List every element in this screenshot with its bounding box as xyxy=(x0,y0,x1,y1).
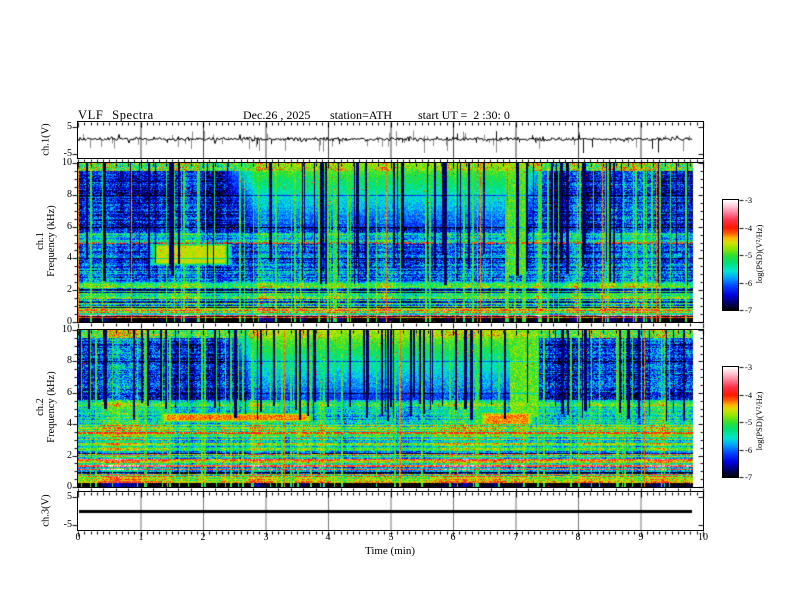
colorbar-1-label: log(PSD)(V²/Hz) xyxy=(754,224,764,284)
colorbar-2-tick-label: -3 xyxy=(745,362,753,372)
time-axis-tick-label: 7 xyxy=(513,532,519,543)
colorbar-2 xyxy=(722,366,739,478)
ch1-spectrogram-panel xyxy=(77,162,704,323)
colorbar-1-canvas xyxy=(723,200,738,310)
ch1-waveform-canvas xyxy=(78,122,703,158)
colorbar-2-tick-label: -6 xyxy=(745,445,753,455)
waveform_top-ytick-label: 5 xyxy=(67,121,72,132)
spec1-ytick-label: 10 xyxy=(62,157,72,168)
time-axis-label: Time (min) xyxy=(364,545,415,557)
time-axis-tick-label: 9 xyxy=(638,532,644,543)
spec1-ytick-label: 6 xyxy=(67,221,72,232)
colorbar-2-tick-label: -7 xyxy=(745,472,753,482)
colorbar-1-tick-label: -7 xyxy=(745,305,753,315)
ch3-waveform-panel xyxy=(77,491,704,531)
time-axis-tick-label: 8 xyxy=(575,532,581,543)
colorbar-1-tick-label: -6 xyxy=(745,278,753,288)
colorbar-1 xyxy=(722,199,739,311)
colorbar-2-tick-label: -5 xyxy=(745,417,753,427)
spec2-ytick-label: 2 xyxy=(67,450,72,461)
ch2-spectrogram-canvas xyxy=(78,330,703,487)
colorbar-1-tick-label: -3 xyxy=(745,195,753,205)
colorbar-1-tick-label: -4 xyxy=(745,223,753,233)
time-axis-tick-label: 4 xyxy=(325,532,331,543)
spec1-ytick-label: 8 xyxy=(67,189,72,200)
colorbar-2-canvas xyxy=(723,367,738,477)
time-axis-tick-label: 10 xyxy=(698,532,708,543)
time-axis-tick-label: 6 xyxy=(450,532,456,543)
colorbar-1-tick-label: -5 xyxy=(745,250,753,260)
colorbar-2-label: log(PSD)(V²/Hz) xyxy=(754,391,764,451)
colorbar-2-tick-label: -4 xyxy=(745,390,753,400)
time-axis-tick-label: 2 xyxy=(200,532,206,543)
vlf-spectra-figure: VLF Spectra Dec.26 , 2025 station=ATH st… xyxy=(0,0,792,612)
waveform_bottom-ytick-label: -5 xyxy=(63,519,72,530)
spec2-ytick-label: 10 xyxy=(62,324,72,335)
spec1-ytick-label: 4 xyxy=(67,252,72,263)
spec2-ytick-label: 4 xyxy=(67,418,72,429)
spec1-ytick-label: 2 xyxy=(67,284,72,295)
ch1-waveform-panel xyxy=(77,121,704,159)
ch2-spectrogram-panel xyxy=(77,329,704,488)
time-axis-tick-label: 0 xyxy=(75,532,81,543)
ch3-waveform-canvas xyxy=(78,492,703,530)
waveform_bottom-ytick-label: 5 xyxy=(67,491,72,502)
spec2-ytick-label: 8 xyxy=(67,355,72,366)
time-axis-tick-label: 1 xyxy=(138,532,144,543)
ch1-spectrogram-canvas xyxy=(78,163,703,322)
time-axis-tick-label: 3 xyxy=(263,532,269,543)
spec2-ytick-label: 6 xyxy=(67,387,72,398)
time-axis-tick-label: 5 xyxy=(388,532,394,543)
